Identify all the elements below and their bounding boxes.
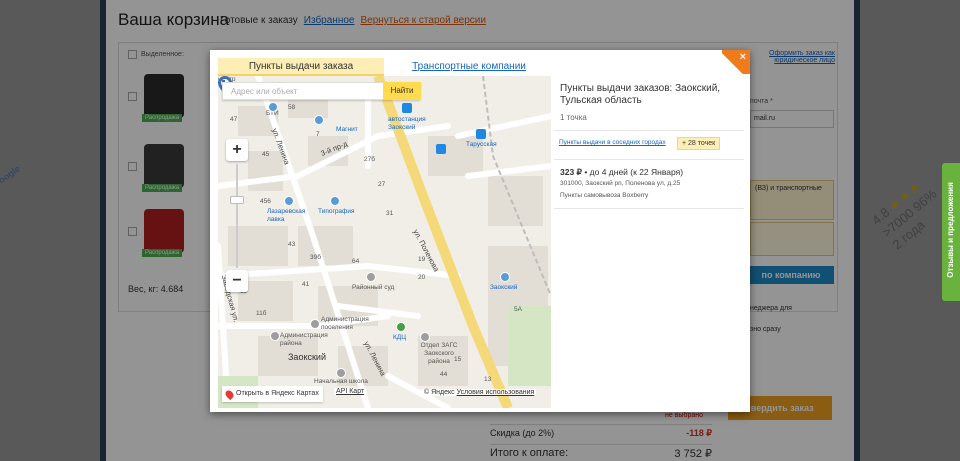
house-number: 11б xyxy=(256,310,267,317)
house-number: 19 xyxy=(418,256,426,263)
point-price: 323 ₽ xyxy=(560,167,582,177)
pickup-modal: Пункты выдачи заказа Транспортные компан… xyxy=(210,50,750,412)
house-number: 5А xyxy=(514,306,522,313)
divider xyxy=(554,130,744,131)
house-number: 39б xyxy=(310,254,321,261)
house-number: 456 xyxy=(260,198,271,205)
poi-icon[interactable] xyxy=(270,331,280,341)
feedback-tab-label: Отзывы и предложения xyxy=(946,182,955,278)
map-label-administration: Администрация поселения xyxy=(321,316,369,331)
poi-icon[interactable] xyxy=(336,368,346,378)
map-label-lazarevskaya: Лазаревская лавка xyxy=(267,208,306,223)
point-type: Пункты самовывоза Boxberry xyxy=(560,192,649,199)
close-icon: × xyxy=(739,51,746,63)
bus-station-icon[interactable] xyxy=(476,129,486,139)
bus-station-icon[interactable] xyxy=(402,103,412,113)
points-count: 1 точка xyxy=(560,113,587,122)
house-number: 7 xyxy=(316,131,320,138)
zoom-in-button[interactable]: + xyxy=(226,139,248,161)
point-delivery: • до 4 дней (к 22 Января) xyxy=(581,167,684,177)
house-number: 31 xyxy=(386,210,394,217)
terms-link[interactable]: Условия использования xyxy=(457,389,535,396)
map-copyright: © Яндекс Условия использования xyxy=(422,389,537,396)
house-number: 64 xyxy=(352,258,360,265)
zoom-slider-handle[interactable] xyxy=(230,196,244,204)
map-label-town: Заокский xyxy=(288,352,326,362)
house-number: 20 xyxy=(418,274,426,281)
api-maps-link[interactable]: API Карт xyxy=(334,388,367,395)
map-label-typography: Типография xyxy=(318,208,355,215)
map-canvas xyxy=(218,76,551,408)
poi-icon[interactable] xyxy=(396,322,406,332)
close-button[interactable]: × xyxy=(722,50,750,74)
house-number: 27 xyxy=(378,181,386,188)
house-number: 45 xyxy=(262,151,270,158)
house-number: 47 xyxy=(230,116,238,123)
copyright-text: © Яндекс xyxy=(424,389,455,396)
nearby-cities-link[interactable]: Пункты выдачи в соседних городах xyxy=(559,139,666,146)
poi-icon[interactable] xyxy=(366,272,376,282)
house-number: 13 xyxy=(484,376,492,383)
tab-pickup-points[interactable]: Пункты выдачи заказа xyxy=(218,58,384,76)
point-price-line[interactable]: 323 ₽ • до 4 дней (к 22 Января) xyxy=(560,167,683,178)
map-label-zaoksky-poi: Заокский xyxy=(490,284,518,291)
zoom-out-button[interactable]: − xyxy=(226,270,248,292)
poi-icon[interactable] xyxy=(420,332,430,342)
map-search-button[interactable]: Найти xyxy=(383,82,421,100)
house-number: 43 xyxy=(288,241,296,248)
open-in-yandex-button[interactable]: Открыть в Яндекс Картах xyxy=(222,386,323,402)
house-number: 41 xyxy=(302,281,310,288)
poi-icon[interactable] xyxy=(500,272,510,282)
bus-station-icon[interactable] xyxy=(436,144,446,154)
house-number: 27б xyxy=(364,156,375,163)
poi-icon[interactable] xyxy=(314,115,324,125)
map-label-bus-station: автостанция Заокский xyxy=(388,116,426,131)
map-pin-icon xyxy=(223,388,236,400)
map-label-kdc: КДЦ xyxy=(393,334,406,341)
poi-icon[interactable] xyxy=(268,102,278,112)
divider xyxy=(554,159,744,160)
map-label-magnit: Магнит xyxy=(336,126,358,133)
tab-transport-companies[interactable]: Транспортные компании xyxy=(384,58,554,76)
open-in-yandex-label: Открыть в Яндекс Картах xyxy=(236,390,319,397)
house-number: 15 xyxy=(454,356,462,363)
house-number: 58 xyxy=(288,104,296,111)
poi-icon[interactable] xyxy=(330,196,340,206)
divider xyxy=(554,208,744,209)
house-number: 44 xyxy=(440,371,448,378)
map-label-school: Начальная школа xyxy=(314,378,368,385)
poi-icon[interactable] xyxy=(284,196,294,206)
map[interactable]: центр БТИ автостанция Заокский Магнит Та… xyxy=(218,76,551,408)
map-label-admin-district: Администрация района xyxy=(280,332,328,347)
poi-icon[interactable] xyxy=(310,319,320,329)
map-label-court: Районный суд xyxy=(352,284,395,291)
more-points-badge[interactable]: + 28 точек xyxy=(677,137,721,150)
zoom-slider-track[interactable] xyxy=(236,164,238,268)
pickup-points-title: Пункты выдачи заказов: Заокский, Тульска… xyxy=(560,83,721,106)
map-label-tarusskaya: Тарусская xyxy=(466,141,497,148)
feedback-tab[interactable]: Отзывы и предложения xyxy=(942,163,960,301)
point-address: 301000, Заокский рп, Поленова ул, д.25 xyxy=(560,180,681,187)
